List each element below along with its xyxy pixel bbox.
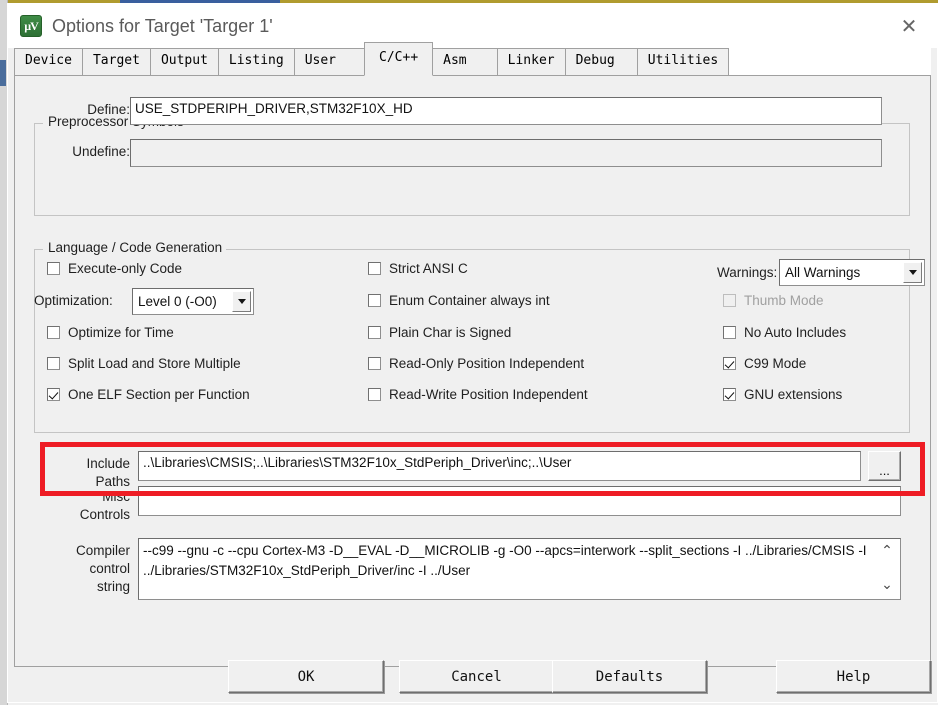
undefine-label: Undefine: xyxy=(72,144,130,159)
checkbox-split-load-and-store-multiple[interactable]: Split Load and Store Multiple xyxy=(47,356,241,371)
include-paths-browse-button[interactable]: ... xyxy=(868,451,901,481)
tab-target[interactable]: Target xyxy=(81,48,151,75)
warnings-label: Warnings: xyxy=(717,265,778,280)
checkbox-box xyxy=(723,294,736,307)
compiler-control-string-label-line1: Compiler xyxy=(75,543,130,558)
warnings-select[interactable]: All Warnings xyxy=(779,259,925,286)
checkbox-execute-only-code[interactable]: Execute-only Code xyxy=(47,261,182,276)
define-label: Define: xyxy=(87,102,130,117)
checkbox-label: Strict ANSI C xyxy=(389,261,468,276)
help-button[interactable]: Help xyxy=(776,660,931,693)
ok-button[interactable]: OK xyxy=(228,660,384,693)
checkbox-read-only-position-independent[interactable]: Read-Only Position Independent xyxy=(368,356,584,371)
optimization-value: Level 0 (-O0) xyxy=(138,294,217,309)
scroll-up-icon[interactable]: ⌃ xyxy=(878,543,896,559)
checkbox-c99-mode[interactable]: C99 Mode xyxy=(723,356,806,371)
close-icon[interactable]: ✕ xyxy=(881,4,937,48)
backdrop-left-selection xyxy=(0,60,6,86)
checkbox-label: GNU extensions xyxy=(744,387,843,402)
checkbox-label: Read-Only Position Independent xyxy=(389,356,585,371)
group-border-right-segment xyxy=(219,249,909,250)
checkbox-read-write-position-independent[interactable]: Read-Write Position Independent xyxy=(368,387,588,402)
checkbox-box xyxy=(47,326,60,339)
tab-utilities[interactable]: Utilities xyxy=(636,48,730,75)
options-dialog: µV Options for Target 'Targer 1' ✕ Devic… xyxy=(7,3,938,703)
cancel-button[interactable]: Cancel xyxy=(399,660,554,693)
dialog-title: Options for Target 'Targer 1' xyxy=(52,15,273,36)
checkbox-label: Read-Write Position Independent xyxy=(389,387,588,402)
checkbox-label: Optimize for Time xyxy=(68,325,174,340)
preprocessor-symbols-group: Preprocessor Symbols xyxy=(34,114,910,216)
tab-listing[interactable]: Listing xyxy=(217,48,295,75)
define-field[interactable]: USE_STDPERIPH_DRIVER,STM32F10X_HD xyxy=(130,97,882,125)
checkbox-label: Execute-only Code xyxy=(68,261,183,276)
checkbox-box xyxy=(368,388,381,401)
checkbox-box xyxy=(368,357,381,370)
checkbox-gnu-extensions[interactable]: GNU extensions xyxy=(723,387,842,402)
chevron-down-icon[interactable] xyxy=(232,291,251,312)
group-border-left-segment xyxy=(35,123,43,124)
checkbox-enum-container-always-int[interactable]: Enum Container always int xyxy=(368,293,550,308)
checkbox-label: Enum Container always int xyxy=(389,293,550,308)
checkbox-label: No Auto Includes xyxy=(744,325,847,340)
checkbox-one-elf-section-per-function[interactable]: One ELF Section per Function xyxy=(47,387,250,402)
tab-strip: Device Target Output Listing User C/C++ … xyxy=(14,42,931,76)
checkbox-plain-char-is-signed[interactable]: Plain Char is Signed xyxy=(368,325,511,340)
compiler-control-string-field[interactable]: --c99 --gnu -c --cpu Cortex-M3 -D__EVAL … xyxy=(138,538,901,600)
group-border-left-segment xyxy=(35,249,43,250)
chevron-down-icon[interactable] xyxy=(903,262,922,283)
checkbox-box xyxy=(47,262,60,275)
checkbox-no-auto-includes[interactable]: No Auto Includes xyxy=(723,325,846,340)
misc-controls-label-line2: Controls xyxy=(79,507,130,522)
checkbox-box xyxy=(723,388,736,401)
language-code-generation-title: Language / Code Generation xyxy=(44,240,227,255)
misc-controls-label-line1: Misc xyxy=(102,489,130,504)
include-paths-label-line1: Include xyxy=(86,456,130,471)
tab-user[interactable]: User xyxy=(293,48,366,75)
compiler-control-string-text: --c99 --gnu -c --cpu Cortex-M3 -D__EVAL … xyxy=(143,543,871,578)
checkbox-box xyxy=(47,388,60,401)
tab-asm[interactable]: Asm xyxy=(432,48,498,75)
keil-uvision-icon-glyph: µV xyxy=(24,19,39,33)
defaults-button[interactable]: Defaults xyxy=(552,660,707,693)
tab-c-cpp[interactable]: C/C++ xyxy=(364,42,434,76)
include-paths-field[interactable]: ..\Libraries\CMSIS;..\Libraries\STM32F10… xyxy=(138,451,861,481)
keil-uvision-icon: µV xyxy=(20,15,42,37)
optimization-select[interactable]: Level 0 (-O0) xyxy=(132,288,254,315)
warnings-value: All Warnings xyxy=(785,265,861,280)
checkbox-box xyxy=(368,326,381,339)
checkbox-box xyxy=(723,326,736,339)
dialog-titlebar: µV Options for Target 'Targer 1' ✕ xyxy=(8,4,937,48)
dialog-button-bar: OK Cancel Defaults Help xyxy=(14,656,931,701)
compiler-control-string-label-line3: string xyxy=(96,579,130,594)
checkbox-optimize-for-time[interactable]: Optimize for Time xyxy=(47,325,174,340)
checkbox-strict-ansi-c[interactable]: Strict ANSI C xyxy=(368,261,468,276)
checkbox-label: One ELF Section per Function xyxy=(68,387,250,402)
scroll-down-icon[interactable]: ⌄ xyxy=(878,577,896,593)
compiler-control-string-label-line2: control xyxy=(89,561,130,576)
checkbox-box xyxy=(368,294,381,307)
checkbox-label: Split Load and Store Multiple xyxy=(68,356,241,371)
checkbox-thumb-mode: Thumb Mode xyxy=(723,293,824,308)
tab-linker[interactable]: Linker xyxy=(496,48,566,75)
tab-debug[interactable]: Debug xyxy=(564,48,638,75)
checkbox-label: Plain Char is Signed xyxy=(389,325,512,340)
include-paths-label-line2: Paths xyxy=(95,474,130,489)
tab-device[interactable]: Device xyxy=(14,48,83,75)
optimization-label: Optimization: xyxy=(34,293,113,308)
tab-output[interactable]: Output xyxy=(149,48,219,75)
checkbox-box xyxy=(723,357,736,370)
checkbox-box xyxy=(47,357,60,370)
checkbox-label: C99 Mode xyxy=(744,356,807,371)
c-cpp-tab-panel: Preprocessor Symbols Define: USE_STDPERI… xyxy=(14,76,931,667)
misc-controls-field[interactable] xyxy=(138,486,901,516)
checkbox-box xyxy=(368,262,381,275)
checkbox-label: Thumb Mode xyxy=(744,293,824,308)
undefine-field[interactable] xyxy=(130,139,882,167)
